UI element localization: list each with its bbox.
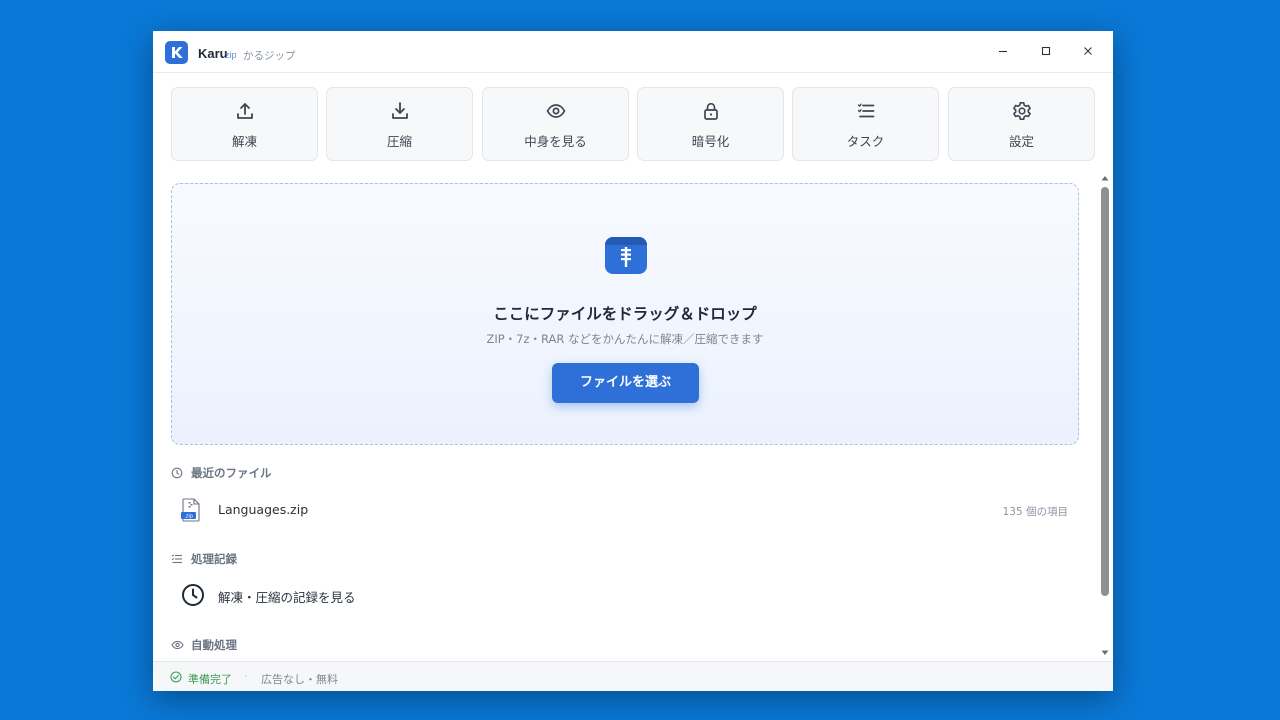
zip-file-icon: .zip bbox=[181, 498, 200, 522]
app-name: Karu bbox=[198, 46, 228, 61]
status-separator: · bbox=[244, 670, 248, 683]
view-contents-button[interactable]: 中身を見る bbox=[482, 87, 629, 161]
list-icon bbox=[171, 554, 182, 564]
eye-icon bbox=[546, 104, 566, 118]
eye-icon bbox=[171, 640, 184, 650]
clock-icon bbox=[182, 584, 204, 606]
recent-file-name: Languages.zip bbox=[218, 502, 309, 517]
minimize-icon bbox=[999, 50, 1007, 53]
status-bar: 準備完了 · 広告なし・無料 bbox=[153, 661, 1113, 691]
upload-icon bbox=[237, 103, 253, 119]
scrollbar-thumb[interactable] bbox=[1101, 187, 1109, 596]
tasks-label: タスク bbox=[846, 134, 885, 149]
settings-button[interactable]: 設定 bbox=[948, 87, 1095, 161]
clock-icon bbox=[171, 467, 183, 479]
compress-label: 圧縮 bbox=[386, 134, 412, 149]
compress-button[interactable]: 圧縮 bbox=[326, 87, 473, 161]
encrypt-button[interactable]: 暗号化 bbox=[637, 87, 784, 161]
recent-files-heading-label: 最近のファイル bbox=[191, 466, 272, 480]
settings-label: 設定 bbox=[1008, 134, 1034, 149]
check-circle-icon bbox=[170, 671, 182, 683]
app-logo-icon bbox=[165, 41, 188, 64]
view-contents-label: 中身を見る bbox=[524, 134, 587, 149]
scroll-up-icon[interactable] bbox=[1100, 173, 1110, 183]
app-tagline: かるジップ bbox=[243, 50, 296, 62]
vertical-scrollbar[interactable] bbox=[1097, 171, 1113, 661]
title-bar[interactable]: Karu zip かるジップ bbox=[153, 31, 1113, 73]
download-icon bbox=[392, 102, 408, 119]
auto-process-heading-label: 自動処理 bbox=[191, 638, 237, 652]
maximize-button[interactable] bbox=[1026, 37, 1066, 65]
history-heading-label: 処理記録 bbox=[191, 552, 237, 566]
history-link-label: 解凍・圧縮の記録を見る bbox=[218, 590, 356, 605]
recent-file-item[interactable]: .zip Languages.zip 135 個の項目 bbox=[171, 493, 1077, 527]
encrypt-label: 暗号化 bbox=[691, 134, 730, 149]
close-icon bbox=[1084, 47, 1092, 55]
close-button[interactable] bbox=[1068, 37, 1108, 65]
drop-zone-subtitle: ZIP・7z・RAR などをかんたんに解凍／圧縮できます bbox=[486, 332, 764, 346]
choose-file-button[interactable]: ファイルを選ぶ bbox=[552, 363, 699, 403]
tasks-button[interactable]: タスク bbox=[792, 87, 939, 161]
extract-button[interactable]: 解凍 bbox=[171, 87, 318, 161]
zip-file-icon-text: .zip bbox=[184, 514, 193, 520]
drop-zone[interactable]: ここにファイルをドラッグ＆ドロップ ZIP・7z・RAR などをかんたんに解凍／… bbox=[171, 183, 1079, 445]
list-check-icon bbox=[857, 103, 875, 118]
scroll-down-icon[interactable] bbox=[1100, 648, 1110, 658]
minimize-button[interactable] bbox=[983, 37, 1023, 65]
history-link-row[interactable]: 解凍・圧縮の記録を見る bbox=[171, 578, 1077, 612]
status-ready: 準備完了 bbox=[188, 673, 232, 686]
drop-zone-title: ここにファイルをドラッグ＆ドロップ bbox=[493, 305, 757, 323]
lock-icon bbox=[704, 102, 718, 120]
toolbar: 解凍 圧縮 中身を見る 暗号化 タスク 設定 bbox=[171, 87, 1095, 161]
gear-icon bbox=[1013, 102, 1031, 120]
app-window: Karu zip かるジップ 解凍 圧縮 中身を見る 暗号化 タスク 設定 ここ… bbox=[153, 31, 1113, 691]
app-name-suffix: zip bbox=[225, 50, 237, 60]
zip-archive-icon bbox=[605, 237, 647, 274]
extract-label: 解凍 bbox=[231, 134, 257, 149]
status-extra: 広告なし・無料 bbox=[261, 673, 338, 686]
recent-file-meta: 135 個の項目 bbox=[1002, 506, 1068, 518]
maximize-icon bbox=[1041, 46, 1051, 56]
